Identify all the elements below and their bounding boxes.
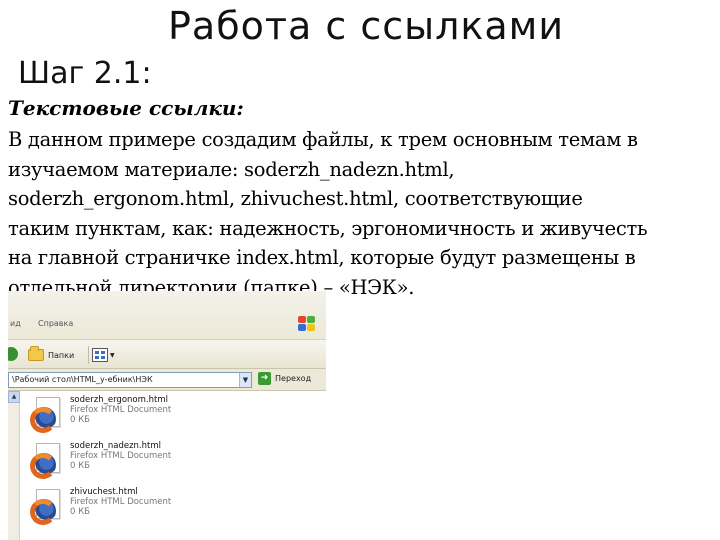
menu-bar: ид Справка (8, 291, 326, 339)
go-arrow-icon: ➜ (258, 372, 271, 385)
file-item[interactable]: soderzh_ergonom.html Firefox HTML Docume… (30, 393, 320, 439)
firefox-document-icon (30, 489, 64, 527)
address-bar: \Рабочий стол\HTML_у-ебник\НЭК ▼ ➜ Перех… (8, 369, 326, 391)
address-path: \Рабочий стол\HTML_у-ебник\НЭК (12, 375, 153, 384)
file-name: soderzh_nadezn.html (70, 441, 161, 451)
file-size: 0 КБ (70, 415, 90, 425)
scrollbar[interactable]: ▲ (8, 391, 20, 540)
body-line: таким пунктам, как: надежность, эргономи… (8, 216, 648, 240)
firefox-document-icon (30, 397, 64, 435)
file-name: zhivuchest.html (70, 487, 138, 497)
address-dropdown-icon[interactable]: ▼ (239, 373, 251, 387)
firefox-document-icon (30, 443, 64, 481)
windows-logo-icon (298, 316, 316, 332)
file-name: soderzh_ergonom.html (70, 395, 168, 405)
menu-edit[interactable]: ид (10, 319, 21, 328)
body-line: В данном примере создадим файлы, к трем … (8, 128, 638, 151)
slide-title: Работа с ссылками (168, 4, 565, 48)
file-list: ▲ soderzh_ergonom.html Firefox HTML Docu… (8, 391, 326, 540)
file-type: Firefox HTML Document (70, 497, 172, 507)
menu-help[interactable]: Справка (38, 319, 73, 328)
views-button[interactable]: ▼ (92, 346, 115, 364)
body-line: на главной страничке index.html, которые… (8, 246, 636, 269)
body-line: изучаемом материале: soderzh_nadezn.html… (8, 157, 455, 181)
go-label: Переход (275, 374, 312, 383)
file-type: Firefox HTML Document (70, 451, 172, 461)
file-item[interactable]: zhivuchest.html Firefox HTML Document 0 … (30, 485, 320, 531)
toolbar: Папки ▼ (8, 339, 326, 369)
scroll-up-icon[interactable]: ▲ (8, 391, 20, 403)
body-line: soderzh_ergonom.html, zhivuchest.html, с… (8, 187, 583, 210)
go-button[interactable]: ➜ Переход (258, 372, 311, 385)
folders-button[interactable]: Папки (28, 346, 74, 364)
file-type: Firefox HTML Document (70, 405, 172, 415)
subheading: Текстовые ссылки: (8, 96, 244, 120)
body-paragraph: В данном примере создадим файлы, к трем … (8, 125, 720, 302)
toolbar-separator (88, 346, 89, 364)
views-icon (92, 348, 108, 362)
folder-icon (28, 346, 44, 361)
step-label: Шаг 2.1: (18, 56, 152, 91)
file-item[interactable]: soderzh_nadezn.html Firefox HTML Documen… (30, 439, 320, 485)
explorer-screenshot: ид Справка Папки ▼ \Рабочий стол\HTML_у-… (8, 291, 326, 540)
chevron-down-icon: ▼ (110, 351, 115, 359)
address-input[interactable]: \Рабочий стол\HTML_у-ебник\НЭК ▼ (8, 372, 252, 388)
file-size: 0 КБ (70, 507, 90, 517)
folders-label: Папки (48, 350, 75, 360)
file-size: 0 КБ (70, 461, 90, 471)
